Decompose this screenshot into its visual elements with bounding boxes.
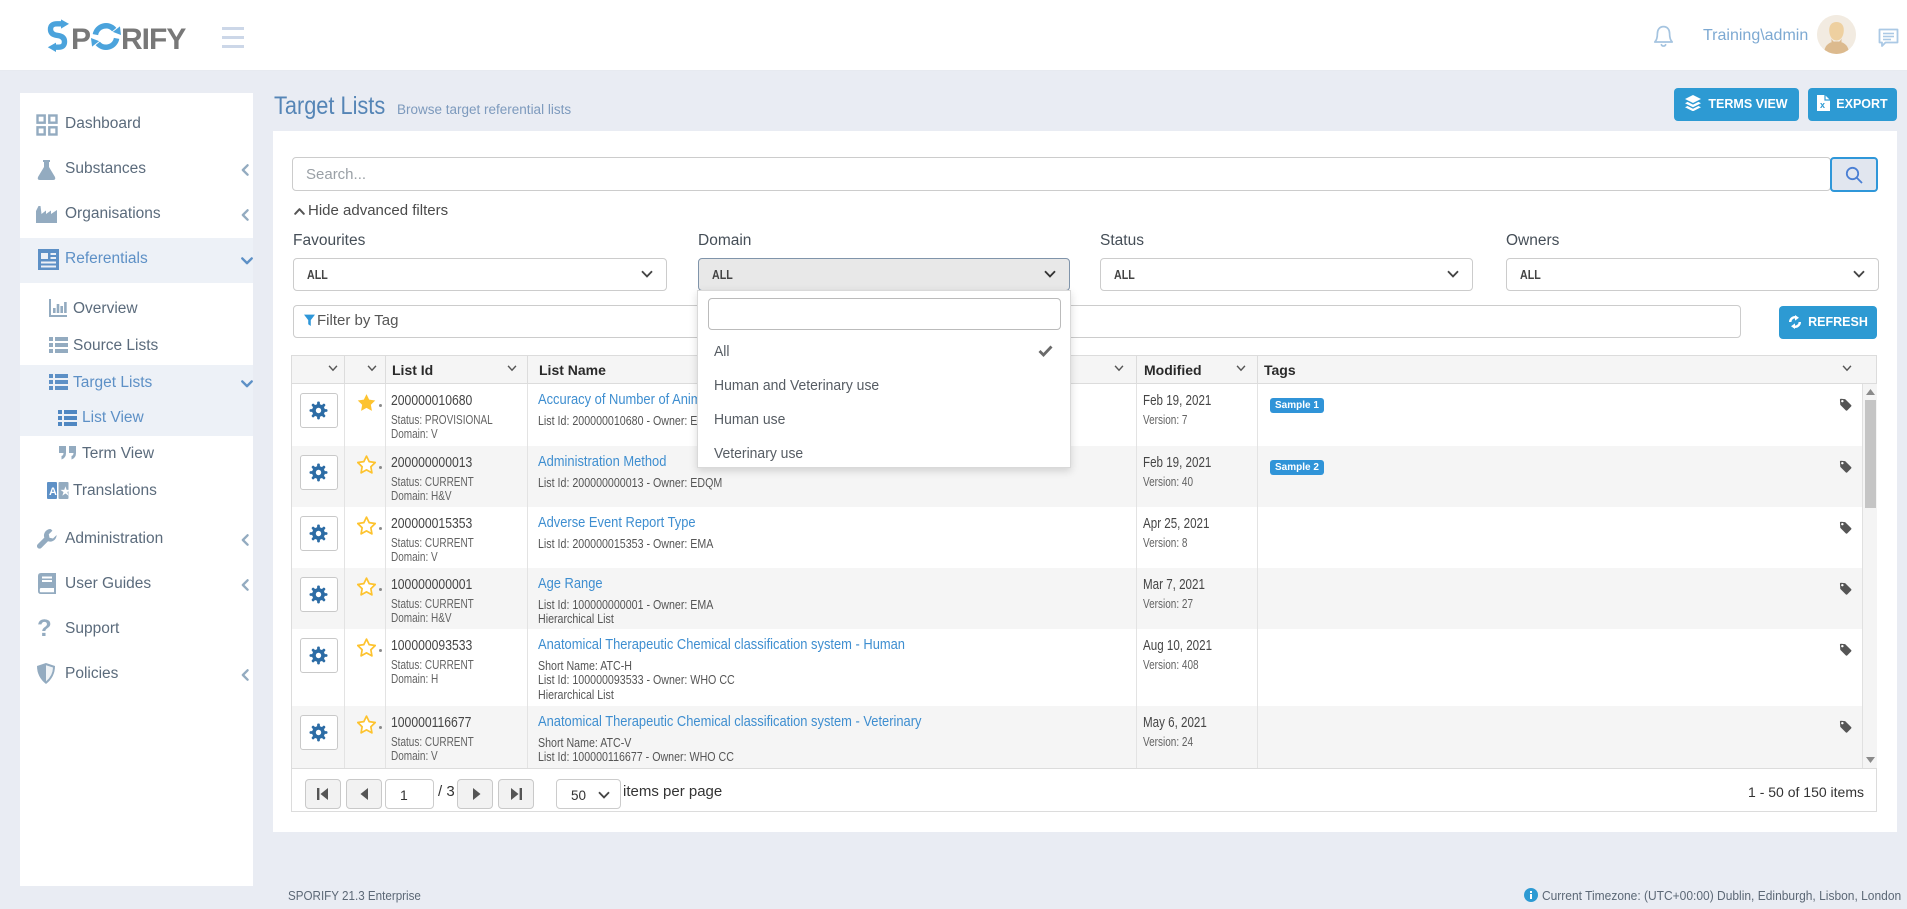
svg-text:x: x	[1820, 100, 1825, 110]
svg-text:A: A	[49, 486, 57, 498]
svg-text:P: P	[71, 23, 91, 56]
svg-text:RIFY: RIFY	[121, 23, 186, 56]
svg-text:★: ★	[61, 486, 70, 498]
